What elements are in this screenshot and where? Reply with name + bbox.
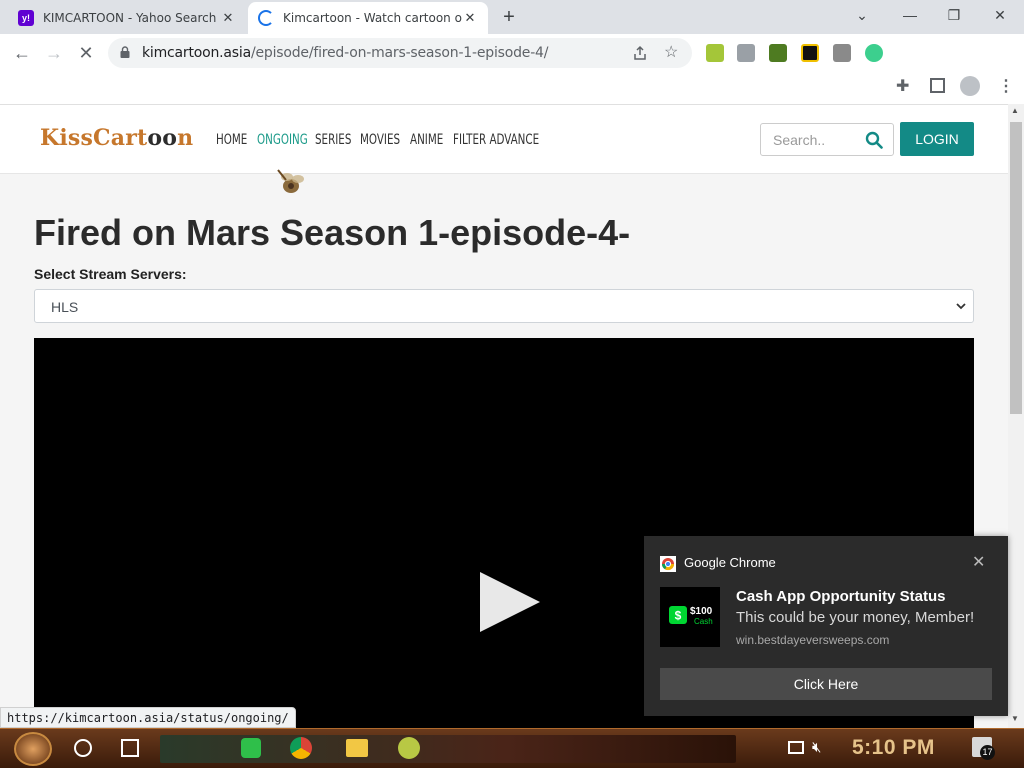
minimize-button[interactable]: — [896,4,924,26]
chevron-down-icon [956,303,966,310]
thumb-label: Cash [694,617,713,626]
side-panel-icon[interactable] [930,78,945,93]
animated-cursor-icon [277,169,304,193]
chrome-menu-icon[interactable]: ⋮ [998,76,1014,96]
notification-count-badge: 17 [980,745,995,760]
volume-muted-icon[interactable]: 🔇︎ [812,739,821,767]
scroll-down-arrow-icon[interactable]: ▼ [1011,714,1019,723]
share-icon[interactable] [632,45,648,61]
close-tab-icon[interactable]: ✕ [462,10,478,26]
close-window-button[interactable]: ✕ [986,4,1014,26]
address-bar[interactable]: kimcartoon.asia/episode/fired-on-mars-se… [108,38,692,68]
extension-gray-icon[interactable] [833,44,851,62]
tab-title: Kimcartoon - Watch cartoon online [283,11,462,25]
url-path: /episode/fired-on-mars-season-1-episode-… [250,45,549,61]
server-select-label: Select Stream Servers: [34,266,187,282]
action-center-icon[interactable]: 17 [972,737,995,760]
play-icon[interactable] [480,572,540,632]
svg-text:$: $ [675,609,682,623]
lock-icon [120,46,130,58]
logo-text-eyes: oo [147,125,178,151]
chrome-icon [660,556,676,572]
task-view-icon[interactable] [121,739,139,757]
notification-source: win.bestdayeversweeps.com [736,633,890,647]
scroll-up-arrow-icon[interactable]: ▲ [1011,106,1019,115]
notification-click-button[interactable]: Click Here [660,668,992,700]
search-placeholder: Search.. [773,132,826,148]
nav-anime[interactable]: ANIME [410,132,443,148]
url-text: kimcartoon.asia/episode/fired-on-mars-se… [142,45,548,61]
tab-yahoo-search[interactable]: y! KIMCARTOON - Yahoo Search ✕ [8,2,246,34]
yahoo-icon: y! [18,10,34,26]
notification-title: Cash App Opportunity Status [736,588,946,605]
back-button[interactable]: ← [11,42,33,64]
login-button[interactable]: LOGIN [900,122,974,156]
notification-close-icon[interactable]: ✕ [972,552,985,572]
stream-server-select[interactable]: HLS [34,289,974,323]
app-green-icon[interactable] [398,737,420,759]
bookmark-star-icon[interactable]: ☆ [664,42,678,62]
tab-title: KIMCARTOON - Yahoo Search [43,11,217,25]
tab-strip: y! KIMCARTOON - Yahoo Search ✕ Kimcartoo… [0,0,1024,34]
url-host: kimcartoon.asia [142,45,251,61]
app-chrome-icon[interactable] [290,737,312,759]
cortana-circle-icon[interactable] [74,739,92,757]
notification-image: $ $100 Cash [660,587,720,647]
logo-text-suffix: n [177,125,194,151]
browser-toolbar: ← → ✕ kimcartoon.asia/episode/fired-on-m… [0,34,1024,96]
network-icon[interactable] [788,741,804,754]
site-logo[interactable]: KissCartoon [40,125,193,151]
site-header: KissCartoon HOME ONGOING SERIES MOVIES A… [0,104,1008,174]
extension-gamepad-icon[interactable] [737,44,755,62]
extensions-puzzle-icon[interactable]: ✚ [896,76,909,96]
app-sheets-icon[interactable] [241,738,261,758]
taskbar-clock[interactable]: 5:10 PM [852,736,935,760]
logo-text-prefix: KissCart [40,125,148,151]
profile-avatar-icon[interactable] [960,76,980,96]
nav-filter-advance[interactable]: FILTER ADVANCE [453,132,539,148]
scrollbar-thumb[interactable] [1010,122,1022,414]
restore-button[interactable]: ❐ [940,4,968,26]
stop-loading-button[interactable]: ✕ [75,42,97,64]
nav-series[interactable]: SERIES [315,132,351,148]
search-icon[interactable] [865,131,883,149]
nav-ongoing[interactable]: ONGOING [257,132,308,148]
forward-button[interactable]: → [43,42,65,64]
server-selected-value: HLS [51,299,79,315]
page-title: Fired on Mars Season 1-episode-4- [34,212,631,253]
status-url-bubble: https://kimcartoon.asia/status/ongoing/ [0,707,296,728]
notification-app-name: Google Chrome [684,555,776,570]
notification-body: This could be your money, Member! [736,609,975,626]
app-file-explorer-icon[interactable] [346,739,368,757]
extension-android-icon[interactable] [706,44,724,62]
site-search-input[interactable]: Search.. [760,123,894,156]
thumb-amount: $100 [690,606,713,617]
tab-kimcartoon[interactable]: Kimcartoon - Watch cartoon online ✕ [248,2,488,34]
new-tab-button[interactable]: + [498,6,520,28]
extension-green-icon[interactable] [769,44,787,62]
close-tab-icon[interactable]: ✕ [220,10,236,26]
nav-home[interactable]: HOME [216,132,247,148]
tab-search-chevron-icon[interactable]: ⌄ [848,4,876,26]
extension-play-icon[interactable] [801,44,819,62]
chrome-notification[interactable]: Google Chrome ✕ $ $100 Cash Cash App Opp… [644,536,1008,716]
start-button[interactable] [14,732,52,766]
cash-app-icon: $ [669,606,687,624]
extension-teal-icon[interactable] [865,44,883,62]
nav-movies[interactable]: MOVIES [360,132,400,148]
loading-spinner-icon [258,10,274,26]
